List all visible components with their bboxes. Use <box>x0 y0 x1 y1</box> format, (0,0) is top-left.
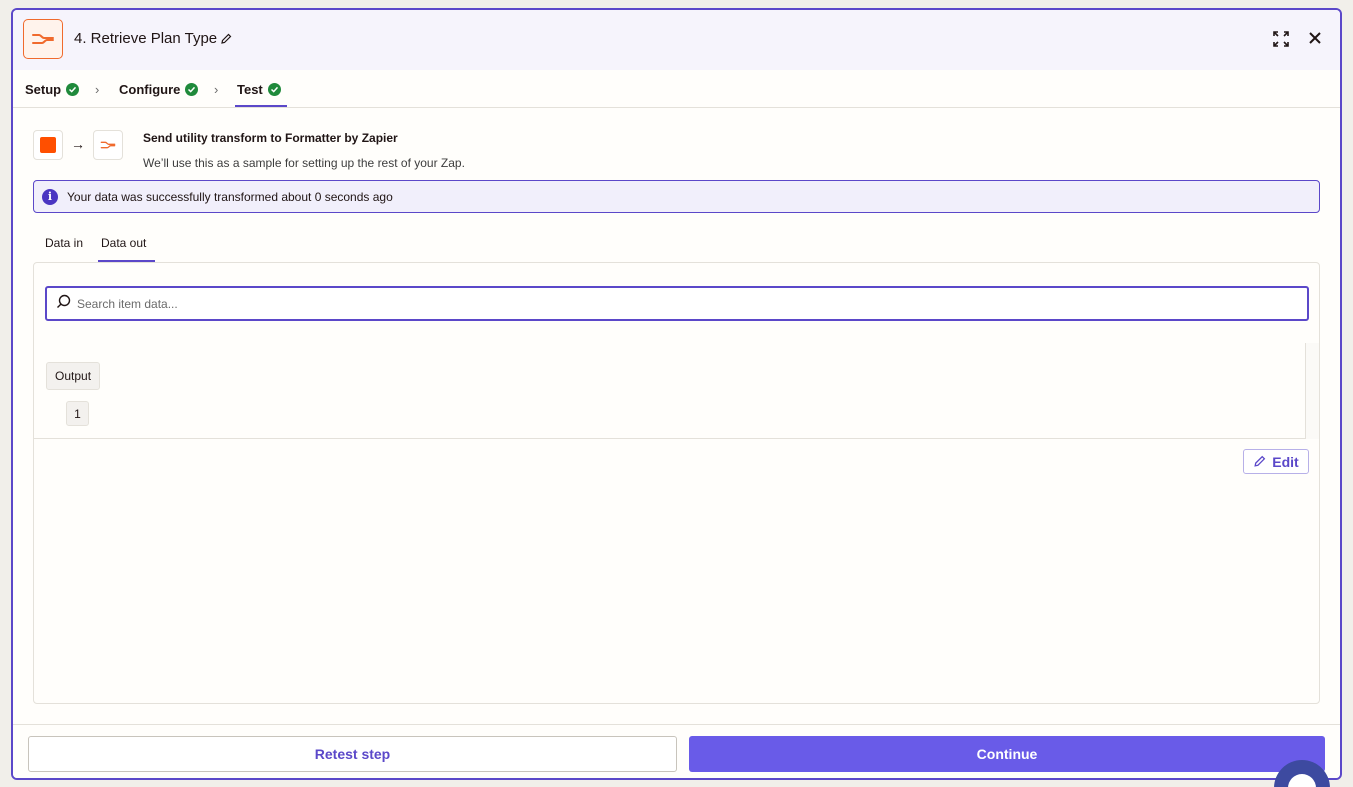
expand-icon[interactable] <box>1272 30 1290 53</box>
chevron-right-icon: › <box>95 82 100 97</box>
step-configure[interactable]: Configure <box>119 82 199 97</box>
info-banner-text: Your data was successfully transformed a… <box>67 189 393 204</box>
step-tabs: Setup › Configure › Test <box>13 70 1340 108</box>
step-label: Test <box>237 82 263 97</box>
search-icon <box>56 294 71 314</box>
chevron-right-icon: › <box>214 82 219 97</box>
source-app-icon <box>33 130 63 160</box>
step-label: Configure <box>119 82 181 97</box>
send-subtitle: We’ll use this as a sample for setting u… <box>143 156 465 170</box>
check-circle-icon <box>185 83 199 96</box>
search-field[interactable] <box>45 286 1309 321</box>
formatter-icon <box>23 19 63 59</box>
send-title: Send utility transform to Formatter by Z… <box>143 131 398 145</box>
continue-button[interactable]: Continue <box>689 736 1325 772</box>
arrow-right-icon: → <box>71 136 85 152</box>
tab-data-in[interactable]: Data in <box>45 236 83 250</box>
edit-label: Edit <box>1272 453 1299 470</box>
step-label: Setup <box>25 82 62 97</box>
check-circle-icon <box>66 83 80 96</box>
output-tree: Output 1 <box>34 343 1319 439</box>
scrollbar[interactable] <box>1305 343 1319 439</box>
close-icon[interactable] <box>1308 31 1322 50</box>
step-test[interactable]: Test <box>237 82 281 97</box>
panel-header: 4. Retrieve Plan Type <box>13 10 1340 70</box>
panel-footer: Retest step Continue <box>13 724 1340 778</box>
output-index-node[interactable]: 1 <box>66 401 89 426</box>
search-input[interactable] <box>77 296 1277 311</box>
output-node[interactable]: Output <box>46 362 101 390</box>
edit-button[interactable]: Edit <box>1243 449 1309 474</box>
step-setup[interactable]: Setup <box>25 82 80 97</box>
pencil-icon[interactable] <box>220 32 232 50</box>
pencil-icon <box>1254 455 1266 467</box>
active-step-indicator <box>235 105 287 107</box>
step-editor-panel: 4. Retrieve Plan Type Setup › Configure … <box>11 8 1342 780</box>
info-icon: i <box>42 188 58 205</box>
step-title: 4. Retrieve Plan Type <box>74 30 218 47</box>
retest-step-button[interactable]: Retest step <box>28 736 677 772</box>
info-banner: i Your data was successfully transformed… <box>33 180 1320 213</box>
check-circle-icon <box>267 83 281 96</box>
formatter-icon <box>93 130 123 160</box>
data-out-card: Output 1 Edit <box>33 262 1320 704</box>
tab-data-out[interactable]: Data out <box>101 236 146 250</box>
